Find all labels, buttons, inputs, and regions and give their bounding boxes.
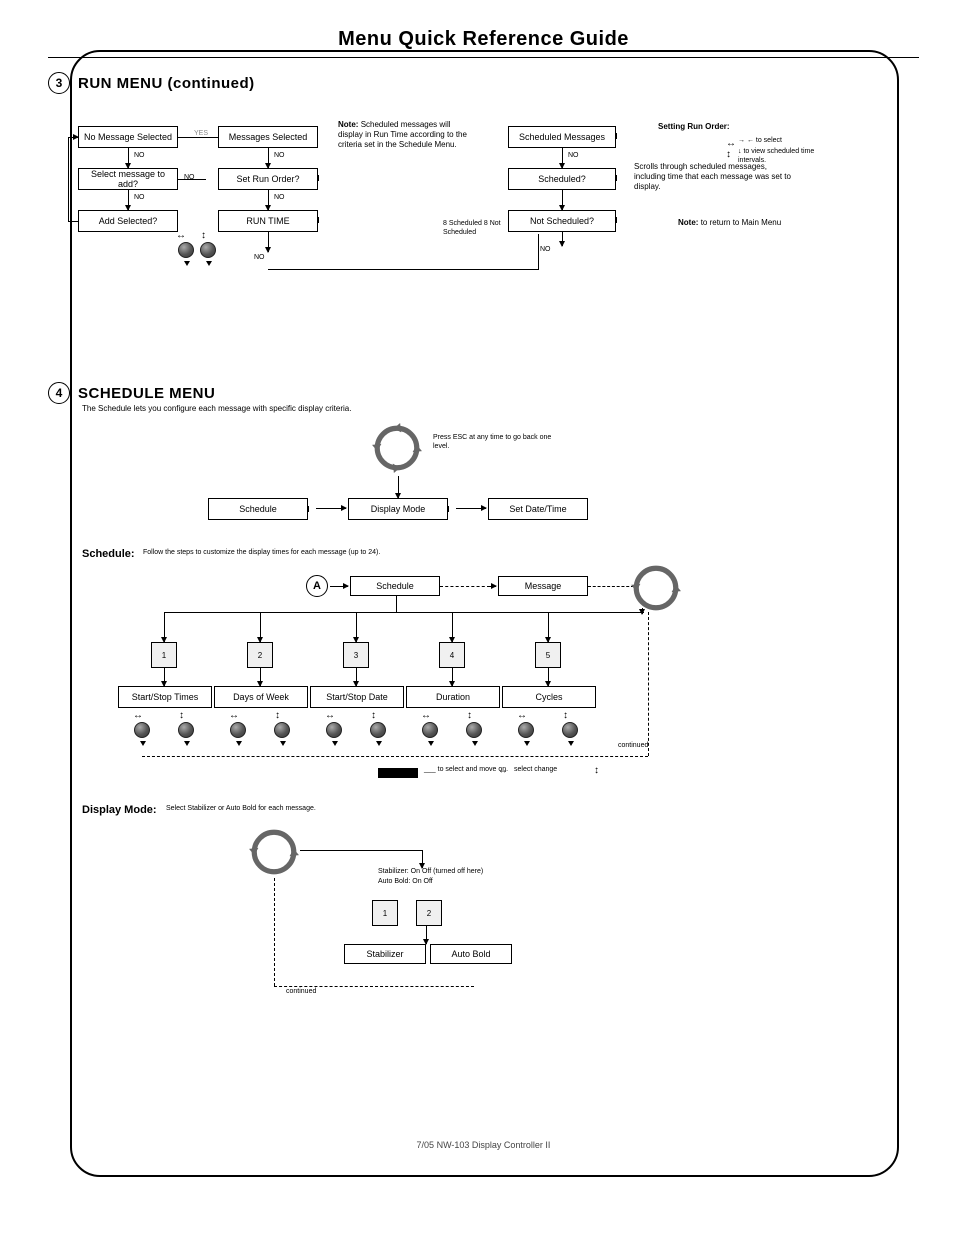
recycle-icon: [248, 826, 300, 883]
disp-mode-desc: Select Stabilizer or Auto Bold for each …: [166, 805, 316, 814]
ud-icon: ↕: [371, 710, 376, 721]
dm-line1: Stabilizer: On Off (turned off here): [378, 868, 483, 877]
nav-dot[interactable]: [518, 722, 534, 738]
lbl-no: NO: [134, 152, 145, 161]
recycle-icon: [371, 422, 423, 479]
row-start-stop-date: Start/Stop Date: [310, 686, 404, 708]
nav-dot[interactable]: [562, 722, 578, 738]
sub-sched-title: Schedule:: [82, 548, 135, 562]
nav-dot[interactable]: [326, 722, 342, 738]
node-scheduled: Scheduled?: [508, 168, 616, 190]
lr-icon: ↔: [229, 710, 239, 721]
lr-icon: ↔↕: [726, 138, 736, 160]
ud-icon: ↕: [201, 230, 206, 241]
node-not-sched: Not Scheduled?: [508, 210, 616, 232]
nav-dot[interactable]: [274, 722, 290, 738]
nav-dot[interactable]: [178, 722, 194, 738]
bottom-instr: ___ to select and move on.: [424, 766, 508, 775]
nav-dot[interactable]: [178, 242, 194, 258]
opt-set-datetime: Set Date/Time: [488, 498, 588, 520]
blackbar-icon: [378, 768, 418, 778]
node-add-sel: Add Selected?: [78, 210, 178, 232]
node-select-add: Select message to add?: [78, 168, 178, 190]
lbl-no3: NO: [134, 194, 145, 203]
page-title: Menu Quick Reference Guide: [38, 28, 929, 51]
title-rule: [48, 57, 919, 58]
dm-autobold: Auto Bold: [430, 944, 512, 964]
lbl-noR: NO: [540, 246, 551, 255]
node-set-run-order: Set Run Order?: [218, 168, 318, 190]
sro-line2: ↓ to view scheduled time intervals.: [738, 148, 828, 166]
lr-icon: ↔: [498, 765, 508, 776]
sub-schedule: Schedule: [350, 576, 440, 596]
dm-line2: Auto Bold: On Off: [378, 878, 433, 887]
node-run-time: RUN TIME: [218, 210, 318, 232]
nav-dot[interactable]: [422, 722, 438, 738]
section4-title: SCHEDULE MENU: [78, 385, 215, 402]
lbl-no5: NO: [274, 194, 285, 203]
row-duration: Duration: [406, 686, 500, 708]
footer: 7/05 NW-103 Display Controller II: [18, 1140, 949, 1150]
nav-dot[interactable]: [230, 722, 246, 738]
lbl-no6: NO: [254, 254, 265, 263]
row-start-stop-times: Start/Stop Times: [118, 686, 212, 708]
step-4-circle: 4: [48, 382, 70, 404]
recycle-icon: [630, 562, 682, 619]
ud-icon: ↕: [275, 710, 280, 721]
disp-mode-title: Display Mode:: [82, 804, 157, 818]
dm-cont: continued: [286, 988, 316, 997]
sub-sched-desc: Follow the steps to customize the displa…: [143, 549, 380, 558]
dm-sq2: 2: [416, 900, 442, 926]
sched-count: 8 Scheduled 8 Not Scheduled: [443, 220, 503, 238]
sec3-bottom: Note: to return to Main Menu: [678, 218, 828, 228]
step-sq-2: 2: [247, 642, 273, 668]
nav-dot[interactable]: [200, 242, 216, 258]
note1: Note: Scheduled messages will display in…: [338, 120, 468, 150]
row-days: Days of Week: [214, 686, 308, 708]
node-no-msg: No Message Selected: [78, 126, 178, 148]
lr-icon: ↔: [133, 710, 143, 721]
step-3-circle: 3: [48, 72, 70, 94]
ud-icon: ↕: [179, 710, 184, 721]
lr-icon: ↔: [176, 230, 186, 241]
step-sq-3: 3: [343, 642, 369, 668]
pair-note: select change: [514, 766, 557, 775]
dm-sq1: 1: [372, 900, 398, 926]
node-msgs-selected: Messages Selected: [218, 126, 318, 148]
anno-scroll: Scrolls through scheduled messages, incl…: [634, 162, 794, 192]
dm-stabilizer: Stabilizer: [344, 944, 426, 964]
nav-dot[interactable]: [134, 722, 150, 738]
lr-icon: ↔: [517, 710, 527, 721]
node-sched-msgs: Scheduled Messages: [508, 126, 616, 148]
lbl-no7: NO: [568, 152, 579, 161]
sub-message: Message: [498, 576, 588, 596]
section3-title: RUN MENU (continued): [78, 75, 255, 92]
sec4-intro: The Schedule lets you configure each mes…: [82, 404, 722, 414]
opt-schedule: Schedule: [208, 498, 308, 520]
recycle-note: Press ESC at any time to go back one lev…: [433, 434, 563, 452]
cont: continued: [618, 742, 648, 751]
step-sq-5: 5: [535, 642, 561, 668]
lr-icon: ↔: [325, 710, 335, 721]
ud-icon: ↕: [563, 710, 568, 721]
opt-display-mode: Display Mode: [348, 498, 448, 520]
sro-line1: → ← to select: [738, 137, 782, 146]
nav-dot[interactable]: [370, 722, 386, 738]
lr-icon: ↔: [421, 710, 431, 721]
nav-dot[interactable]: [466, 722, 482, 738]
set-run-order-box: Setting Run Order:: [658, 122, 808, 132]
ud-icon: ↕: [467, 710, 472, 721]
step-sq-1: 1: [151, 642, 177, 668]
circle-A: A: [306, 575, 328, 597]
lbl-no4: NO: [274, 152, 285, 161]
row-cycles: Cycles: [502, 686, 596, 708]
ud-icon: ↕: [594, 765, 599, 776]
step-sq-4: 4: [439, 642, 465, 668]
